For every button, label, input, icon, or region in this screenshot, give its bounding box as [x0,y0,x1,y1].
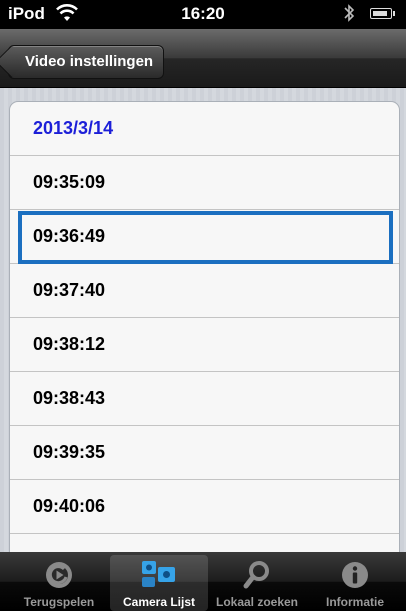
playback-icon [46,562,72,588]
tab-label: Terugspelen [23,595,95,609]
tab-local-search[interactable]: Lokaal zoeken [208,552,306,611]
list-item[interactable]: 09:37:40 [10,264,399,318]
list-item[interactable]: 09:39:35 [10,426,399,480]
list-item-label: 09:35:09 [33,172,106,192]
list-item[interactable]: 09:38:12 [10,318,399,372]
wifi-icon [56,3,78,28]
list-item-selected[interactable]: 09:36:49 [10,210,399,264]
tab-playback[interactable]: Terugspelen [10,552,108,611]
battery-icon [370,8,395,19]
search-icon [243,561,269,589]
list-item-label: 09:40:06 [33,496,106,516]
tab-label: Informatie [325,595,384,609]
list-item-label: 09:38:12 [33,334,106,354]
clock: 16:20 [181,4,225,23]
camera-list-icon [142,561,175,587]
recording-list: 2013/3/14 09:35:09 09:36:49 09:37:40 09:… [9,101,400,563]
tab-label: Lokaal zoeken [215,595,299,609]
navigation-bar: Video instellingen [0,29,406,88]
back-button-label: Video instellingen [25,53,154,70]
list-item-label: 09:36:49 [33,226,106,246]
tab-label: Camera Lijst [122,595,196,609]
list-item[interactable]: 09:38:43 [10,372,399,426]
list-item[interactable]: 09:35:09 [10,156,399,210]
bluetooth-icon [343,2,355,29]
content-area: 2013/3/14 09:35:09 09:36:49 09:37:40 09:… [0,88,406,563]
tab-information[interactable]: Informatie [306,552,404,611]
list-item-label: 09:39:35 [33,442,106,462]
list-item-label: 09:37:40 [33,280,106,300]
back-button[interactable]: Video instellingen [8,45,165,79]
tab-bar: Terugspelen Camera Lijst Lokaal zoeken I… [0,552,406,611]
date-label: 2013/3/14 [33,118,114,138]
info-icon [342,562,368,588]
carrier-label: iPod [8,4,45,23]
status-bar: iPod 16:20 [0,0,406,29]
date-header: 2013/3/14 [10,102,399,156]
list-item-label: 09:38:43 [33,388,106,408]
list-item[interactable]: 09:40:06 [10,480,399,534]
tab-camera-list[interactable]: Camera Lijst [110,555,208,611]
